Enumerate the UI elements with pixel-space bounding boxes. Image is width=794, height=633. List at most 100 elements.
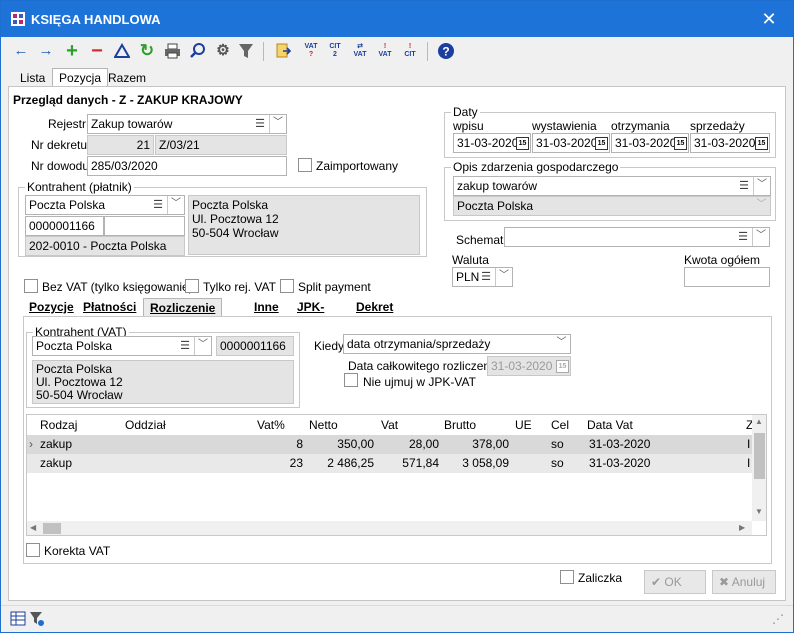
tab-pozycje[interactable]: Pozycje [23,298,80,317]
col-rodzaj[interactable]: Rodzaj [40,418,77,432]
schemat-combo[interactable]: ☰ ﹀ [504,227,770,247]
close-icon[interactable]: ✕ [756,7,782,31]
vat-warning-button[interactable]: ! VAT [375,41,395,61]
search-icon[interactable] [189,42,206,59]
tylko-rej-vat-checkbox[interactable] [185,279,199,293]
tab-lista[interactable]: Lista [13,68,52,86]
remove-icon[interactable]: − [87,41,107,61]
cit2-button[interactable]: CIT 2 [325,41,345,61]
kontrahent-name: Pocztа Polska [29,198,106,212]
tab-pozycja[interactable]: Pozycja [52,68,109,87]
vat-check-button[interactable]: VAT? [301,41,321,61]
opis-second-field: Poczta Polska ﹀ [453,196,771,216]
tab-jpk-vat[interactable]: JPK-VAT [291,298,330,328]
data-sprzedazy-input[interactable]: 31-03-2020 15 [690,133,770,153]
horizontal-scrollbar[interactable]: ◀ ▶ [27,521,752,535]
tab-rozliczenie-vat[interactable]: Rozliczenie VAT [143,298,223,329]
chevron-down-icon[interactable]: ﹀ [753,177,770,195]
kontrahent-extra-input[interactable] [104,216,185,236]
scroll-right-icon[interactable]: ▶ [739,523,745,532]
kontrahent-legend: Kontrahent (płatnik) [25,180,134,194]
kontrahent-combo[interactable]: Pocztа Polska ☰ ﹀ [25,195,185,215]
data-wpisu-input[interactable]: 31-03-2020 15 [453,133,531,153]
svg-text:?: ? [442,45,449,59]
toolbar-separator [263,42,264,61]
cit-warning-button[interactable]: ! CIT [400,41,420,61]
wpisu-label: wpisu [453,119,484,133]
split-payment-checkbox[interactable] [280,279,294,293]
zaliczka-label: Zaliczka [578,571,623,585]
resize-grip-icon[interactable]: ⋰ [772,612,784,626]
tab-razem[interactable]: Razem [101,68,153,86]
data-wystawienia-input[interactable]: 31-03-2020 15 [532,133,610,153]
col-oddzial[interactable]: Oddział [125,418,166,432]
tab-platnosci[interactable]: Płatności [77,298,142,317]
calendar-icon[interactable]: 15 [674,137,687,150]
zaimportowany-checkbox[interactable] [298,158,312,172]
col-brutto[interactable]: Brutto [444,418,476,432]
scroll-left-icon[interactable]: ◀ [30,523,36,532]
chevron-down-icon[interactable]: ﹀ [495,268,512,286]
refresh-icon[interactable]: ↻ [137,41,157,61]
vertical-scroll-thumb[interactable] [754,433,765,479]
ok-button[interactable]: ✔ OK [644,570,706,594]
data-rozliczenia-input: 31-03-2020 15 [487,356,571,376]
scroll-down-icon[interactable]: ▼ [755,507,763,516]
calendar-icon[interactable]: 15 [595,137,608,150]
kiedy-combo[interactable]: data otrzymania/sprzedaży ﹀ [343,334,571,354]
chevron-down-icon[interactable]: ﹀ [269,115,286,133]
chevron-down-icon[interactable]: ﹀ [167,196,184,214]
print-icon[interactable] [164,43,181,59]
chevron-down-icon[interactable]: ﹀ [553,335,570,353]
nr-dowodu-input[interactable]: 285/03/2020 [87,156,287,176]
window-title: KSIĘGA HANDLOWA [31,12,161,27]
edit-delta-icon[interactable] [114,43,130,59]
calendar-icon[interactable]: 15 [755,137,768,150]
korekta-vat-label: Korekta VAT [44,544,111,558]
col-ue[interactable]: UE [515,418,532,432]
zaimportowany-label: Zaimportowany [316,159,399,173]
settings-icon[interactable]: ⚙ [213,41,233,61]
export-icon[interactable] [275,42,293,60]
tab-inne[interactable]: Inne [248,298,285,317]
data-otrzymania-input[interactable]: 31-03-2020 15 [611,133,689,153]
table-row[interactable]: zakup 23 2 486,25 571,84 3 058,09 so 31-… [27,454,752,473]
nr-dekretu-field: Z/03/21 [155,135,287,155]
nie-ujmuj-checkbox[interactable] [344,373,358,387]
help-icon[interactable]: ? [437,42,455,60]
forward-arrow-icon[interactable]: → [36,41,56,61]
vertical-scrollbar[interactable]: ▲ ▼ [752,415,766,521]
kontrahent-vat-combo[interactable]: Poczta Polska ☰ ﹀ [32,336,212,356]
col-netto[interactable]: Netto [309,418,338,432]
col-cel[interactable]: Cel [551,418,569,432]
col-vat-percent[interactable]: Vat% [257,418,285,432]
filter-settings-icon[interactable] [29,611,45,627]
col-vat[interactable]: Vat [381,418,398,432]
chevron-down-icon[interactable]: ﹀ [194,337,211,355]
col-data-vat[interactable]: Data Vat [587,418,633,432]
korekta-vat-checkbox[interactable] [26,543,40,557]
add-icon[interactable]: + [62,41,82,61]
scroll-up-icon[interactable]: ▲ [755,417,763,426]
kontrahent-code[interactable]: 0000001166 [25,216,104,236]
zaliczka-checkbox[interactable] [560,570,574,584]
kwota-input[interactable] [684,267,770,287]
bez-vat-checkbox[interactable] [24,279,38,293]
horizontal-scroll-thumb[interactable] [43,523,61,534]
calendar-icon[interactable]: 15 [516,137,529,150]
kontrahent-vat-code: 0000001166 [216,336,294,356]
anuluj-button[interactable]: ✖ Anuluj [712,570,776,594]
tab-dekret[interactable]: Dekret [350,298,399,317]
table-icon[interactable] [10,611,26,626]
vat-exchange-button[interactable]: ⇄ VAT [350,41,370,61]
rejestr-combo[interactable]: Zakup towarów ☰ ﹀ [87,114,287,134]
waluta-combo[interactable]: PLN ☰ ﹀ [452,267,513,287]
rejestr-value: Zakup towarów [91,117,173,131]
table-row[interactable]: › zakup 8 350,00 28,00 378,00 so 31-03-2… [27,435,752,454]
cancel-icon: ✖ [719,575,730,589]
opis-combo[interactable]: zakup towarów ☰ ﹀ [453,176,771,196]
back-arrow-icon[interactable]: ← [11,41,31,61]
chevron-down-icon[interactable]: ﹀ [752,228,769,246]
kontrahent-vat-group: Kontrahent (VAT) Poczta Polska ☰ ﹀ 00000… [26,325,300,408]
filter-icon[interactable] [238,43,254,59]
